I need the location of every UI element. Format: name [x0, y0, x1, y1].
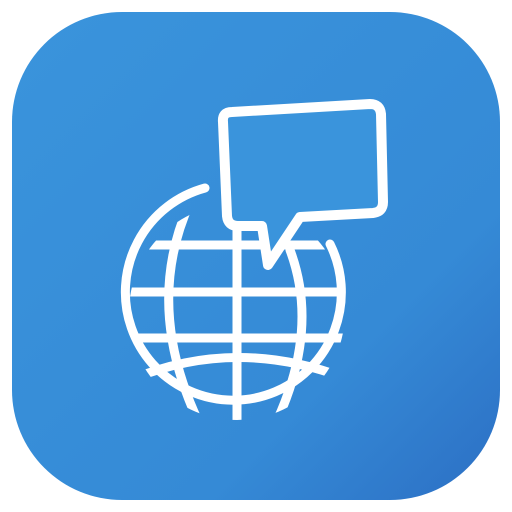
app-icon-graphic [12, 12, 500, 500]
app-icon[interactable] [0, 0, 512, 512]
icon-background [12, 12, 500, 500]
